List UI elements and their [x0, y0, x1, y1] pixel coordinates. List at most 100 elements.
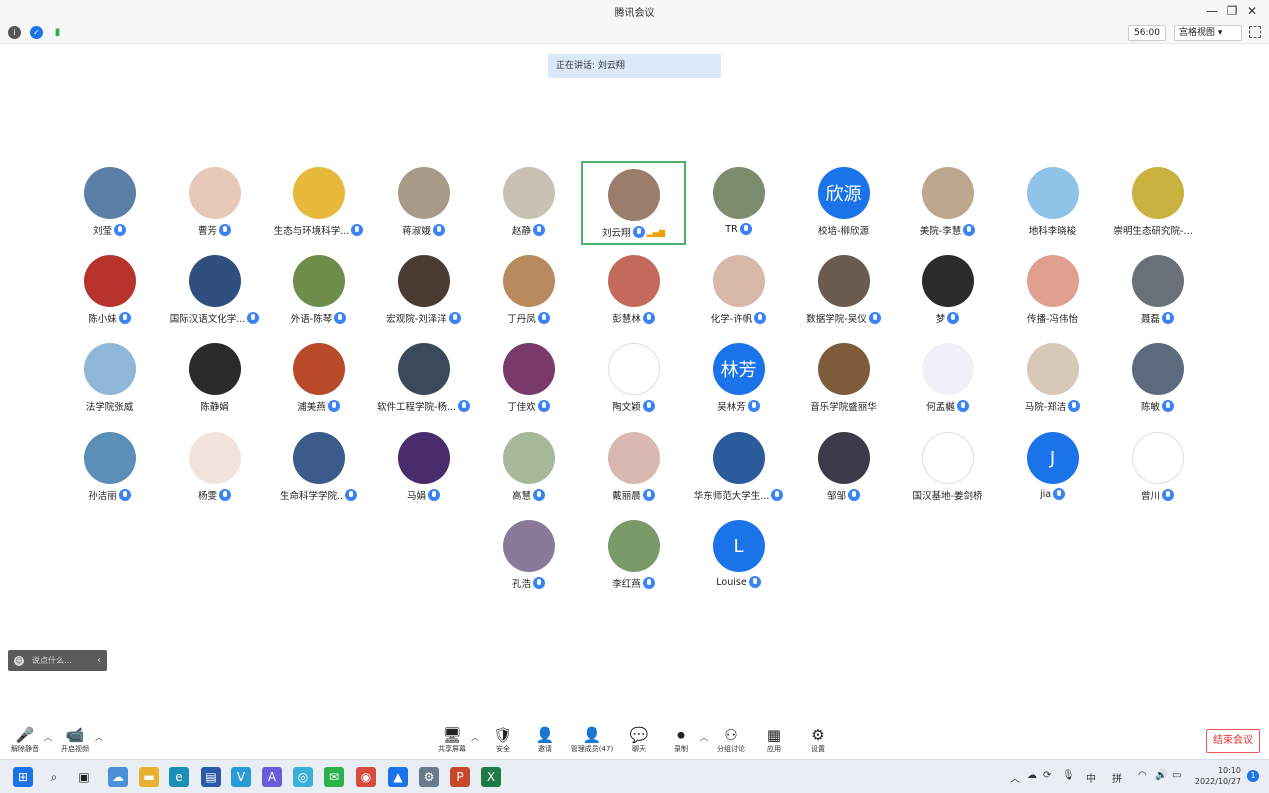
participant-tile[interactable]: 生命科学学院.. [266, 426, 371, 510]
participant-tile[interactable]: 地科李晓梭 [1000, 161, 1105, 245]
control-apps[interactable]: ▦ 应用 [749, 726, 799, 754]
participant-tile[interactable]: 邹邹 [791, 426, 896, 510]
restore-button[interactable]: ❐ [1223, 2, 1241, 20]
powerpoint-icon[interactable]: P [450, 767, 470, 787]
signal-icon[interactable]: ▮ [51, 26, 64, 39]
participant-tile[interactable]: 林芳 吴林芳 [686, 337, 791, 421]
participant-tile[interactable]: 刘云翔 ▂▄▆ [581, 161, 686, 245]
participant-tile[interactable]: 刘莹 [57, 161, 162, 245]
control-record[interactable]: ⏺ 录制 [656, 726, 706, 754]
participant-tile[interactable]: 陈静娟 [162, 337, 267, 421]
emoji-icon[interactable]: ☺ [14, 655, 24, 666]
participant-tile[interactable]: 聂磊 [1105, 249, 1210, 333]
participant-tile[interactable]: 彭慧林 [581, 249, 686, 333]
participant-tile[interactable]: 软件工程学院-杨... [371, 337, 476, 421]
participant-tile[interactable]: 陈小妹 [57, 249, 162, 333]
participant-tile[interactable]: 马娟 [371, 426, 476, 510]
participant-tile[interactable]: 音乐学院盛丽华 [791, 337, 896, 421]
participant-tile[interactable]: 宏观院-刘泽洋 [371, 249, 476, 333]
participant-tile[interactable]: Jjia [1000, 426, 1105, 510]
participant-tile[interactable]: 数据学院-吴仪 [791, 249, 896, 333]
search-icon[interactable]: ⌕ [44, 767, 64, 787]
participant-tile[interactable]: 华东师范大学生... [686, 426, 791, 510]
participant-tile[interactable]: 蒋淑娥 [371, 161, 476, 245]
participant-tile[interactable]: 戴丽晨 [581, 426, 686, 510]
battery-icon[interactable]: ▭ [1172, 770, 1181, 781]
taskview-icon[interactable]: ▣ [74, 767, 94, 787]
notification-badge[interactable]: 1 [1247, 770, 1259, 782]
folder-icon[interactable]: ▬ [139, 767, 159, 787]
end-meeting-button[interactable]: 结束会议 [1206, 729, 1260, 753]
participant-tile[interactable]: 化学-许帆 [686, 249, 791, 333]
shield-icon[interactable]: ✓ [30, 26, 43, 39]
chrome-icon[interactable]: ◉ [356, 767, 376, 787]
share-screen-icon: 🖥 [442, 726, 462, 744]
participant-tile[interactable]: 陶文颖 [581, 337, 686, 421]
volume-icon[interactable]: 🔊 [1155, 770, 1167, 781]
participant-tile[interactable]: 曹芳 [162, 161, 267, 245]
store-icon[interactable]: ▤ [201, 767, 221, 787]
participant-tile[interactable]: 传播-冯伟怡 [1000, 249, 1105, 333]
tray-expand-icon[interactable]: ︿ [1010, 770, 1020, 785]
wifi-icon[interactable]: ◠ [1138, 770, 1147, 781]
control-members[interactable]: 👤 管理成员(47) [567, 726, 617, 754]
participant-tile[interactable]: 李红燕 [581, 514, 686, 598]
view-selector[interactable]: 宫格视图 ▾ [1174, 25, 1242, 41]
control-video-off[interactable]: 📹 开启视频 [50, 726, 100, 754]
info-icon[interactable]: i [8, 26, 21, 39]
participant-tile[interactable]: 曾川 [1105, 426, 1210, 510]
participant-tile[interactable]: 赵静 [476, 161, 581, 245]
participant-tile[interactable]: 国际汉语文化学... [162, 249, 267, 333]
video-options-caret[interactable]: ︿ [95, 732, 103, 743]
participant-tile[interactable]: 国汉基地-姜剑桥 [895, 426, 1000, 510]
control-mic-off[interactable]: 🎤 解除静音 [0, 726, 50, 754]
participant-tile[interactable]: TR [686, 161, 791, 245]
participant-tile[interactable]: 孔浩 [476, 514, 581, 598]
participant-tile[interactable]: 崇明生态研究院-李... [1105, 161, 1210, 245]
minimize-button[interactable]: — [1203, 2, 1221, 20]
participant-tile[interactable]: 杨雯 [162, 426, 267, 510]
edge-icon[interactable]: e [169, 767, 189, 787]
participant-tile[interactable]: 高慧 [476, 426, 581, 510]
participant-name-row: 马院-郑洁 [1000, 399, 1105, 413]
mic-tray-icon[interactable]: 🎙 [1062, 770, 1075, 781]
close-button[interactable]: ✕ [1243, 2, 1261, 20]
participant-tile[interactable]: 何孟樾 [895, 337, 1000, 421]
fullscreen-icon[interactable] [1249, 26, 1261, 38]
chevron-left-icon[interactable]: ‹ [97, 650, 101, 671]
chat-input[interactable]: ☺ 说点什么... ‹ [8, 650, 107, 671]
participant-tile[interactable]: 马院-郑洁 [1000, 337, 1105, 421]
start-icon[interactable]: ⊞ [13, 767, 33, 787]
vscode-like-icon[interactable]: V [231, 767, 251, 787]
tencent-meeting-icon[interactable]: ▲ [388, 767, 408, 787]
share-options-caret[interactable]: ︿ [471, 732, 479, 743]
participant-tile[interactable]: 生态与环境科学... [266, 161, 371, 245]
wechat-icon[interactable]: ✉ [324, 767, 344, 787]
participant-tile[interactable]: L Louise [686, 514, 791, 598]
app2-icon[interactable]: ◎ [293, 767, 313, 787]
participant-tile[interactable]: 法学院张威 [57, 337, 162, 421]
settings-app-icon[interactable]: ⚙ [419, 767, 439, 787]
participant-tile[interactable]: 陈敏 [1105, 337, 1210, 421]
record-options-caret[interactable]: ︿ [700, 732, 708, 743]
participant-tile[interactable]: 孙洁丽 [57, 426, 162, 510]
participant-tile[interactable]: 丁佳欢 [476, 337, 581, 421]
participant-tile[interactable]: 丁丹凤 [476, 249, 581, 333]
participant-tile[interactable]: 美院-李慧 [895, 161, 1000, 245]
excel-icon[interactable]: X [481, 767, 501, 787]
onedrive-icon[interactable]: ☁ [108, 767, 128, 787]
ime-pinyin[interactable]: 拼 [1112, 770, 1122, 785]
control-settings[interactable]: ⚙ 设置 [793, 726, 843, 754]
system-clock[interactable]: 10:10 2022/10/27 [1195, 765, 1241, 787]
participant-tile[interactable]: 欣源 校培-柳欣源 [791, 161, 896, 245]
control-invite[interactable]: 👤 邀请 [520, 726, 570, 754]
cloud-icon[interactable]: ☁ [1027, 770, 1037, 781]
participant-tile[interactable]: 浦美燕 [266, 337, 371, 421]
participant-tile[interactable]: 外语-陈琴 [266, 249, 371, 333]
app-icon[interactable]: A [262, 767, 282, 787]
participant-tile[interactable]: 梦 [895, 249, 1000, 333]
sync-icon[interactable]: ⟳ [1043, 770, 1051, 781]
control-share-screen[interactable]: 🖥 共享屏幕 [427, 726, 477, 754]
mic-options-caret[interactable]: ︿ [44, 732, 52, 743]
ime-mode[interactable]: 中 [1086, 770, 1096, 785]
